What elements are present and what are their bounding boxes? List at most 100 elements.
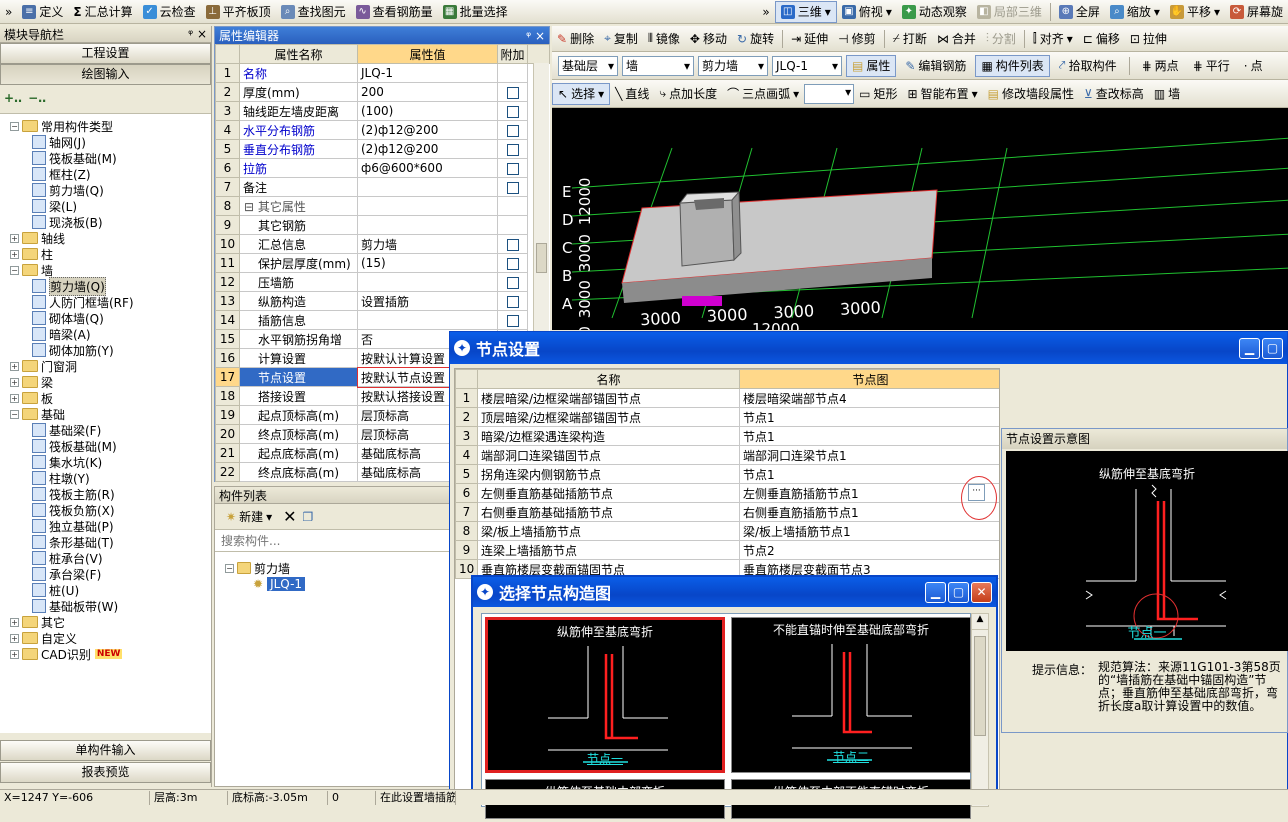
tree-item[interactable]: 现浇板(B)	[2, 214, 209, 230]
extra-checkbox[interactable]	[506, 143, 519, 156]
report-preview-button[interactable]: 报表预览	[0, 762, 211, 783]
scrollbar-thumb[interactable]	[974, 636, 986, 736]
tree-item[interactable]: + 梁	[2, 374, 209, 390]
collapse-all-icon[interactable]: −‥	[28, 91, 46, 107]
tree-item[interactable]: + 门窗洞	[2, 358, 209, 374]
edit-rebar-button[interactable]: ✎ 编辑钢筋	[900, 55, 971, 77]
scroll-up-icon[interactable]: ▲	[972, 614, 988, 630]
copy-icon[interactable]: ❐	[303, 510, 314, 524]
node-row[interactable]: 8 梁/板上墙插筋节点 梁/板上墙插筋节点1	[455, 521, 999, 541]
extra-checkbox[interactable]	[506, 295, 519, 308]
tree-item[interactable]: 梁(L)	[2, 198, 209, 214]
tree-item[interactable]: 集水坑(K)	[2, 454, 209, 470]
extra-checkbox[interactable]	[506, 124, 519, 137]
align-button[interactable]: ⫿ 对齐 ▾	[1028, 28, 1078, 50]
node-row[interactable]: 1 楼层暗梁/边框梁端部锚固节点 楼层暗梁端部节点4	[455, 388, 999, 408]
tree-item[interactable]: − 基础	[2, 406, 209, 422]
property-row[interactable]: 8 ⊟ 其它属性	[215, 196, 550, 216]
zoom-button[interactable]: ⌕ 缩放 ▾	[1105, 1, 1165, 23]
3d-view-canvas[interactable]: EDCBA 30003000300012000 3000300030003000…	[552, 108, 1288, 330]
project-settings-button[interactable]: 工程设置	[0, 43, 211, 64]
tree-item[interactable]: 基础板带(W)	[2, 598, 209, 614]
property-row[interactable]: 13 纵筋构造 设置插筋	[215, 291, 550, 311]
tree-item[interactable]: 框柱(Z)	[2, 166, 209, 182]
find-element-button[interactable]: ⌕ 查找图元	[276, 1, 351, 23]
tree-item[interactable]: 人防门框墙(RF)	[2, 294, 209, 310]
line-button[interactable]: ╲ 直线	[610, 83, 654, 105]
node-row[interactable]: 6 左侧垂直筋基础插筋节点 左侧垂直筋插筋节点1	[455, 483, 999, 503]
scrollbar-thumb[interactable]	[536, 243, 547, 273]
draw-input-button[interactable]: 绘图输入	[0, 64, 211, 85]
new-component-button[interactable]: ✷ 新建 ▾	[221, 506, 277, 528]
trim-button[interactable]: ⊣ 修剪	[833, 28, 880, 50]
offset-button[interactable]: ⊏ 偏移	[1078, 28, 1125, 50]
split-button[interactable]: ⫶ 分割	[981, 28, 1021, 50]
pin-close-icon[interactable]: ᵠ ×	[188, 27, 207, 41]
extra-checkbox[interactable]	[506, 257, 519, 270]
smart-layout-button[interactable]: ⊞ 智能布置 ▾	[903, 83, 983, 105]
three-point-arc-button[interactable]: ⌒ 三点画弧 ▾	[722, 83, 804, 105]
collapse-toggle[interactable]: −	[225, 563, 234, 573]
tree-item[interactable]: 暗梁(A)	[2, 326, 209, 342]
extra-checkbox[interactable]	[506, 181, 519, 194]
dynamic-view-button[interactable]: ✦ 动态观察	[897, 1, 972, 23]
property-row[interactable]: 9 其它钢筋	[215, 215, 550, 235]
tree-toggle[interactable]: +	[10, 393, 19, 403]
batch-select-button[interactable]: ▦ 批量选择	[438, 1, 513, 23]
node-row[interactable]: 2 顶层暗梁/边框梁端部锚固节点 节点1	[455, 407, 999, 427]
break-button[interactable]: ⌿ 打断	[888, 28, 932, 50]
minimize-button[interactable]: ▁	[925, 581, 946, 603]
tree-item[interactable]: 条形基础(T)	[2, 534, 209, 550]
property-row[interactable]: 7 备注	[215, 177, 550, 197]
maximize-button[interactable]: ▢	[1262, 337, 1283, 359]
tree-item[interactable]: 剪力墙(Q)	[2, 182, 209, 198]
point-button[interactable]: ⋅ 点	[1239, 55, 1268, 77]
node-row[interactable]: 4 端部洞口连梁锚固节点 端部洞口连梁节点1	[455, 445, 999, 465]
maximize-button[interactable]: ▢	[948, 581, 969, 603]
type-select[interactable]: 墙 ▾	[622, 55, 694, 76]
merge-button[interactable]: ⋈ 合并	[932, 28, 981, 50]
extra-checkbox[interactable]	[506, 276, 519, 289]
pick-component-button[interactable]: ⤤ 拾取构件	[1054, 55, 1122, 77]
view-3d-button[interactable]: ◫ 三维 ▾	[774, 0, 837, 23]
view-rebar-button[interactable]: ∿ 查看钢筋量	[351, 1, 438, 23]
tree-toggle[interactable]: +	[10, 361, 19, 371]
tree-item[interactable]: 筏板基础(M)	[2, 150, 209, 166]
property-row[interactable]: 6 拉筋 ф6@600*600	[215, 158, 550, 178]
select-button[interactable]: ↖ 选择 ▾	[552, 82, 611, 105]
node-option-cell[interactable]: 纵筋伸至基底弯折 节点一	[485, 617, 725, 773]
extra-checkbox[interactable]	[506, 86, 519, 99]
tree-item[interactable]: 柱墩(Y)	[2, 470, 209, 486]
component-list-button[interactable]: ▦ 构件列表	[975, 54, 1050, 77]
tree-toggle[interactable]: +	[10, 633, 19, 643]
more-icon[interactable]: »	[0, 1, 17, 23]
cloud-check-button[interactable]: ✓ 云检查	[138, 1, 201, 23]
tree-item[interactable]: 基础梁(F)	[2, 422, 209, 438]
property-row[interactable]: 2 厚度(mm) 200	[215, 82, 550, 102]
parallel-button[interactable]: ⋕ 平行	[1188, 55, 1235, 77]
rotate-button[interactable]: ↻ 旋转	[732, 28, 779, 50]
component-select[interactable]: JLQ-1 ▾	[772, 55, 842, 76]
tree-item[interactable]: 砌体加筋(Y)	[2, 342, 209, 358]
mirror-button[interactable]: ⫴ 镜像	[643, 28, 685, 50]
stretch-button[interactable]: ⊡ 拉伸	[1125, 28, 1172, 50]
category-select[interactable]: 剪力墙 ▾	[698, 55, 768, 76]
arc-mode-select[interactable]: ▾	[804, 83, 855, 104]
tree-item[interactable]: + 轴线	[2, 230, 209, 246]
local-3d-button[interactable]: ◧ 局部三维	[972, 1, 1047, 23]
rectangle-button[interactable]: ▭ 矩形	[854, 83, 902, 105]
flush-top-button[interactable]: ⊥ 平齐板顶	[201, 1, 276, 23]
tree-item[interactable]: 筏板基础(M)	[2, 438, 209, 454]
define-button[interactable]: ≡ 定义	[17, 1, 68, 23]
pin-close-icon[interactable]: ᵠ ×	[526, 29, 545, 43]
node-row[interactable]: 5 拐角连梁内侧钢筋节点 节点1	[455, 464, 999, 484]
tree-toggle[interactable]: +	[10, 233, 19, 243]
expand-all-icon[interactable]: +‥	[4, 91, 22, 107]
properties-button[interactable]: ▤ 属性	[846, 54, 897, 77]
two-point-button[interactable]: ⋕ 两点	[1137, 55, 1184, 77]
tree-item[interactable]: 桩(U)	[2, 582, 209, 598]
extra-checkbox[interactable]	[506, 314, 519, 327]
property-row[interactable]: 1 名称 JLQ-1	[215, 63, 550, 83]
top-view-button[interactable]: ▣ 俯视 ▾	[837, 1, 897, 23]
more-icon-2[interactable]: »	[757, 1, 774, 23]
